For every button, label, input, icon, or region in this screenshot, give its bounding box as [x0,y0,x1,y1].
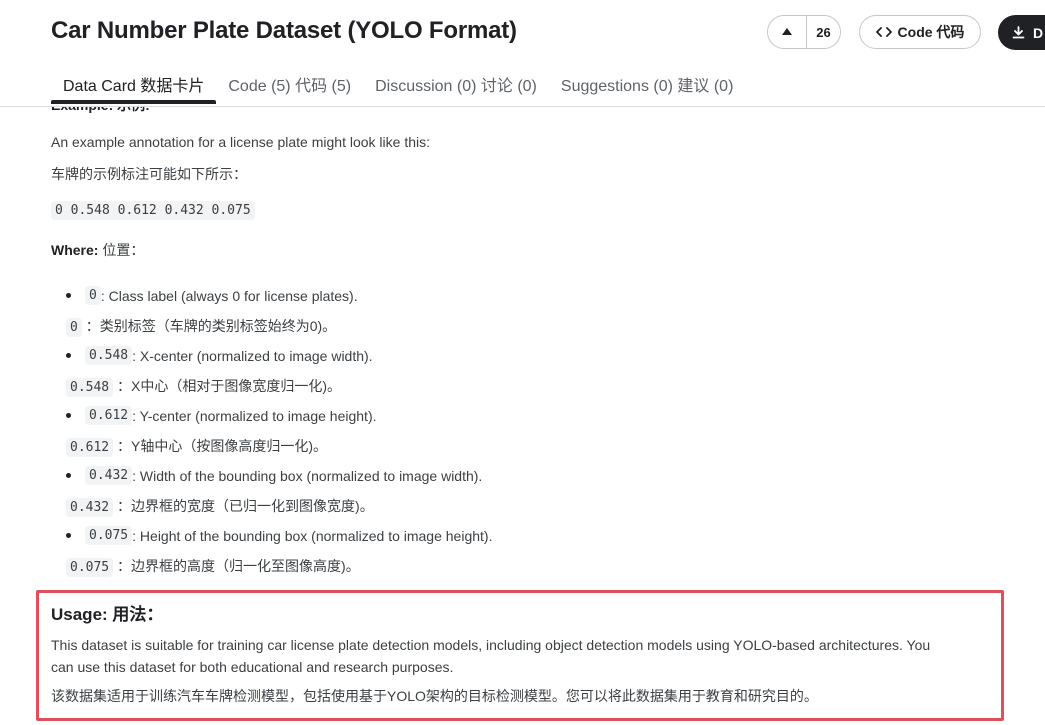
bullet-icon [66,293,71,298]
item-text-zh: ：X中心（相对于图像宽度归一化)。 [117,378,342,394]
data-card-content: Example: 示例: An example annotation for a… [0,107,1045,725]
item-text-zh: ：边界框的宽度（已归一化到图像宽度)。 [117,498,374,514]
bullet-icon [66,533,71,538]
item-text: : Class label (always 0 for license plat… [100,287,358,304]
item-code: 0.548 [85,346,133,365]
item-text-zh: ：类别标签（车牌的类别标签始终为0)。 [85,318,337,334]
example-intro-zh: 车牌的示例标注可能如下所示： [51,166,247,182]
code-button[interactable]: Code 代码 [859,15,981,49]
item-code-zh: 0.548 [66,378,114,397]
item-text: : Height of the bounding box (normalized… [132,527,493,544]
bullet-icon [66,353,71,358]
list-item-zh: 0.612 ：Y轴中心（按图像高度归一化)。 [66,436,328,457]
list-item: 0.432 : Width of the bounding box (norma… [66,466,482,485]
item-text: : X-center (normalized to image width). [132,347,373,364]
tab-data-card[interactable]: Data Card 数据卡片 [51,66,217,104]
bullet-icon [66,413,71,418]
list-item: 0.075 : Height of the bounding box (norm… [66,526,492,545]
example-code-line: 0 0.548 0.612 0.432 0.075 [51,201,255,220]
download-button-label: D [1033,24,1044,41]
where-label: Where: [51,242,99,258]
tab-bar: Data Card 数据卡片 Code (5) 代码 (5) Discussio… [51,66,745,106]
list-item: 0 : Class label (always 0 for license pl… [66,286,358,305]
download-button[interactable]: D [998,15,1045,50]
tab-suggestions[interactable]: Suggestions (0) 建议 (0) [549,66,746,100]
code-icon [875,27,892,37]
list-item: 0.612 : Y-center (normalized to image he… [66,406,377,425]
item-code: 0.612 [85,406,133,425]
item-text-zh: ：边界框的高度（归一化至图像高度)。 [117,558,360,574]
usage-text-line-2: can use this dataset for both educationa… [51,659,454,675]
item-text: : Width of the bounding box (normalized … [132,467,483,484]
example-heading: Example: 示例: [51,107,150,115]
example-code: 0 0.548 0.612 0.432 0.075 [51,201,255,220]
download-icon [1012,26,1025,39]
item-code-zh: 0.075 [66,558,114,577]
where-heading: Where: 位置： [51,240,144,260]
item-code: 0.432 [85,466,133,485]
tab-discussion[interactable]: Discussion (0) 讨论 (0) [363,66,549,100]
usage-heading: Usage: 用法： [51,605,164,624]
page-title: Car Number Plate Dataset (YOLO Format) [51,17,517,44]
item-code-zh: 0.612 [66,438,114,457]
upvote-button[interactable] [768,16,806,48]
upvote-widget: 26 [767,15,841,49]
list-item-zh: 0.432 ：边界框的宽度（已归一化到图像宽度)。 [66,496,374,517]
example-intro: An example annotation for a license plat… [51,134,430,150]
item-text-zh: ：Y轴中心（按图像高度归一化)。 [117,438,328,454]
bullet-icon [66,473,71,478]
list-item: 0.548 : X-center (normalized to image wi… [66,346,373,365]
list-item-zh: 0.075 ：边界框的高度（归一化至图像高度)。 [66,556,360,577]
tab-code[interactable]: Code (5) 代码 (5) [216,66,363,100]
code-button-label: Code 代码 [897,24,965,40]
usage-text-line-1: This dataset is suitable for training ca… [51,637,931,653]
list-item-zh: 0.548 ：X中心（相对于图像宽度归一化)。 [66,376,342,397]
item-code: 0 [85,286,101,305]
usage-text-zh: 该数据集适用于训练汽车车牌检测模型，包括使用基于YOLO架构的目标检测模型。您可… [51,688,818,704]
item-code-zh: 0 [66,318,82,337]
where-label-zh: 位置： [102,242,145,258]
upvote-count: 26 [816,24,831,40]
list-item-zh: 0 ：类别标签（车牌的类别标签始终为0)。 [66,316,337,337]
item-code: 0.075 [85,526,133,545]
item-text: : Y-center (normalized to image height). [132,407,377,424]
item-code-zh: 0.432 [66,498,114,517]
dataset-header: Car Number Plate Dataset (YOLO Format) 2… [0,0,1045,107]
caret-up-icon [782,28,792,35]
